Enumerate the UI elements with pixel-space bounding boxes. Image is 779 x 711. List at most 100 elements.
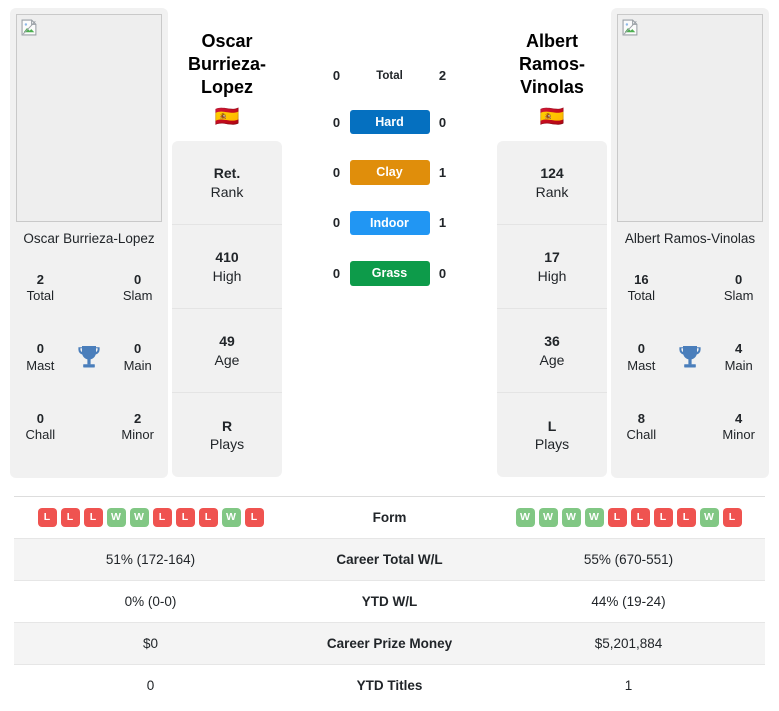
row-label-career-total-wl: Career Total W/L — [287, 538, 492, 581]
table-row-ytd-wl: 0% (0-0) YTD W/L 44% (19-24) — [14, 580, 765, 623]
left-stat-rank-value: Ret. — [213, 165, 241, 182]
right-stat-age-label: Age — [539, 351, 565, 368]
player-comparison-header: Oscar Burrieza-Lopez 2 Total 0 Slam 0 Ma… — [0, 0, 779, 487]
left-titles-total-label: Total — [26, 287, 55, 303]
h2h-total-label: Total — [376, 70, 403, 82]
h2h-total-left: 0 — [332, 67, 341, 83]
right-titles-chall-value: 8 — [637, 410, 645, 426]
comparison-table-wrap: LLLWWLLLWL Form WWWWLLLLWL 51% (172-164)… — [14, 496, 765, 706]
form-badge-loss: L — [607, 508, 627, 527]
row-label-career-prize-money: Career Prize Money — [287, 622, 492, 665]
right-stat-plays: L Plays — [497, 393, 607, 477]
career-total-wl-left: 51% (172-164) — [14, 538, 287, 581]
left-stat-high-value: 410 — [215, 249, 239, 266]
right-player-titles-grid: 16 Total 0 Slam 0 Mast 4 Main 8 Chall 4 … — [617, 261, 763, 468]
left-titles-mast: 0 Mast — [26, 341, 54, 374]
form-badge-loss: L — [722, 508, 742, 527]
right-stat-plays-value: L — [547, 417, 557, 434]
left-titles-mast-label: Mast — [26, 357, 55, 373]
form-badge-win: W — [515, 508, 535, 527]
h2h-total-label-wrap: Total — [350, 66, 430, 84]
right-titles-main-label: Main — [724, 357, 753, 373]
row-label-ytd-wl: YTD W/L — [287, 580, 492, 623]
form-badge-loss: L — [60, 508, 80, 527]
left-titles-total: 2 Total — [27, 272, 54, 305]
row-label-ytd-titles: YTD Titles — [287, 664, 492, 706]
right-titles-minor-label: Minor — [722, 427, 755, 443]
table-row-form: LLLWWLLLWL Form WWWWLLLLWL — [14, 496, 765, 539]
right-player-stat-card: 124 Rank 17 High 36 Age L Plays — [497, 141, 607, 478]
right-stat-high-label: High — [537, 267, 567, 284]
left-stat-plays: R Plays — [172, 393, 282, 477]
left-titles-total-value: 2 — [36, 271, 44, 287]
right-form-list: WWWWLLLLWL — [492, 508, 765, 527]
form-badge-win: W — [538, 508, 558, 527]
surface-badge-indoor[interactable]: Indoor — [349, 210, 430, 236]
right-player-name: Albert Ramos-Vinolas — [518, 31, 585, 98]
left-trophy-icon-wrap — [76, 344, 102, 372]
left-player-info: Oscar Burrieza-Lopez 🇪🇸 Ret. Rank 410 Hi… — [172, 8, 282, 478]
right-titles-main: 4 Main — [725, 341, 753, 374]
left-titles-main-value: 0 — [134, 341, 142, 357]
player-comparison-page: Oscar Burrieza-Lopez 2 Total 0 Slam 0 Ma… — [0, 0, 779, 711]
left-titles-chall-label: Chall — [25, 427, 56, 443]
form-badge-win: W — [561, 508, 581, 527]
left-titles-slam-value: 0 — [134, 271, 142, 287]
left-stat-rank-label: Rank — [210, 183, 244, 200]
left-stat-age: 49 Age — [172, 309, 282, 394]
left-stat-high-label: High — [212, 267, 242, 284]
h2h-clay-right: 1 — [438, 165, 447, 181]
form-badge-win: W — [106, 508, 126, 527]
right-stat-age-value: 36 — [544, 333, 560, 350]
surface-badge-hard[interactable]: Hard — [349, 110, 430, 135]
form-badge-loss: L — [653, 508, 673, 527]
left-titles-slam-label: Slam — [122, 287, 153, 303]
broken-image-icon — [622, 19, 638, 36]
career-total-wl-right: 55% (670-551) — [492, 538, 765, 581]
right-stat-high-value: 17 — [544, 249, 560, 266]
h2h-row-hard: 0 Hard 0 — [323, 110, 457, 135]
form-badge-loss: L — [37, 508, 57, 527]
right-titles-total-label: Total — [627, 287, 656, 303]
h2h-grass-left: 0 — [332, 265, 341, 281]
left-titles-slam: 0 Slam — [123, 272, 153, 305]
form-badge-win: W — [584, 508, 604, 527]
h2h-grass-badge-wrap: Grass — [349, 261, 430, 286]
form-badge-loss: L — [676, 508, 696, 527]
right-player-spain-flag-icon: 🇪🇸 — [539, 106, 565, 129]
form-badge-loss: L — [630, 508, 650, 527]
h2h-row-grass: 0 Grass 0 — [323, 261, 457, 286]
right-titles-minor-value: 4 — [735, 410, 743, 426]
right-titles-slam-value: 0 — [735, 271, 743, 287]
right-player-photo-caption: Albert Ramos-Vinolas — [624, 231, 756, 246]
right-stat-age: 36 Age — [497, 309, 607, 394]
left-stat-high: 410 High — [172, 225, 282, 310]
left-titles-minor-label: Minor — [121, 427, 154, 443]
trophy-icon — [78, 345, 100, 368]
right-titles-chall: 8 Chall — [627, 411, 657, 444]
right-stat-rank: 124 Rank — [497, 141, 607, 226]
right-stat-rank-value: 124 — [540, 165, 564, 182]
right-player-photo — [617, 14, 763, 222]
ytd-titles-right: 1 — [492, 664, 765, 706]
surface-badge-clay[interactable]: Clay — [349, 160, 430, 185]
surface-badge-grass[interactable]: Grass — [349, 261, 430, 286]
left-player-titles-grid: 2 Total 0 Slam 0 Mast 0 Main 0 Chall 2 M… — [16, 261, 162, 468]
h2h-clay-badge-wrap: Clay — [349, 160, 430, 185]
broken-image-icon — [21, 19, 37, 36]
h2h-clay-left: 0 — [332, 165, 341, 181]
row-label-form: Form — [287, 496, 492, 539]
left-titles-chall-value: 0 — [36, 410, 44, 426]
left-player-stat-card: Ret. Rank 410 High 49 Age R Plays — [172, 141, 282, 478]
ytd-wl-left: 0% (0-0) — [14, 580, 287, 623]
form-cell-right: WWWWLLLLWL — [492, 496, 765, 539]
table-row-career-prize-money: $0 Career Prize Money $5,201,884 — [14, 622, 765, 665]
comparison-table: LLLWWLLLWL Form WWWWLLLLWL 51% (172-164)… — [14, 496, 765, 706]
right-titles-chall-label: Chall — [626, 427, 657, 443]
left-stat-rank: Ret. Rank — [172, 141, 282, 226]
left-titles-mast-value: 0 — [36, 341, 44, 357]
right-titles-main-value: 4 — [735, 341, 743, 357]
left-player-name: Oscar Burrieza-Lopez — [187, 31, 267, 98]
right-titles-slam-label: Slam — [723, 287, 754, 303]
form-badge-loss: L — [198, 508, 218, 527]
